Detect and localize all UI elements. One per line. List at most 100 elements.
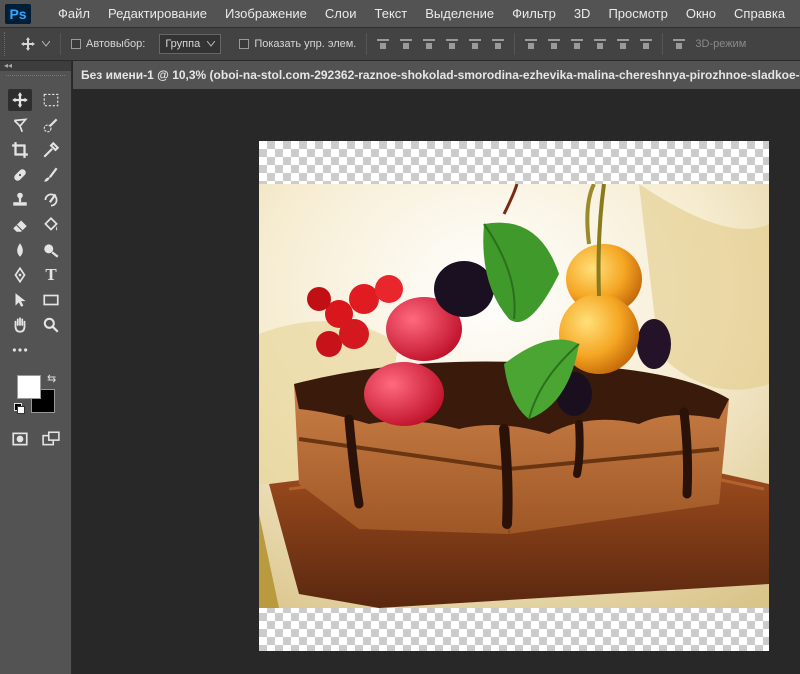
- history-brush-icon: [44, 193, 58, 206]
- tools-panel: ◂◂ T ⇆: [0, 61, 72, 674]
- separator: [366, 33, 368, 55]
- rectangular-marquee-icon: [43, 93, 59, 106]
- align-right-icon[interactable]: [492, 37, 505, 51]
- brush-tool[interactable]: [39, 164, 63, 186]
- chevron-down-icon: [207, 41, 216, 47]
- path-selection-tool[interactable]: [8, 289, 32, 311]
- document-tab-bar: Без имени-1 @ 10,3% (oboi-na-stol.com-29…: [73, 61, 800, 89]
- cake-photo-layer: [259, 184, 769, 608]
- menu-layer[interactable]: Слои: [316, 0, 366, 27]
- crop-icon: [12, 141, 28, 158]
- menu-type[interactable]: Текст: [366, 0, 417, 27]
- align-vcenter-icon[interactable]: [400, 37, 413, 51]
- ps-logo: Ps: [5, 3, 31, 24]
- foreground-color-swatch[interactable]: [17, 375, 41, 399]
- distribute-buttons: [525, 37, 653, 51]
- align-buttons: [377, 37, 505, 51]
- align-bottom-icon[interactable]: [423, 37, 436, 51]
- menu-help[interactable]: Справка: [725, 0, 794, 27]
- eraser-tool[interactable]: [8, 214, 32, 236]
- menu-edit[interactable]: Редактирование: [99, 0, 216, 27]
- separator: [662, 33, 664, 55]
- document-tab[interactable]: Без имени-1 @ 10,3% (oboi-na-stol.com-29…: [73, 61, 800, 89]
- bandage-icon: [14, 168, 26, 181]
- align-hcenter-icon[interactable]: [469, 37, 482, 51]
- pen-icon: [14, 266, 26, 283]
- zoom-tool[interactable]: [39, 314, 63, 336]
- distribute-top-icon[interactable]: [525, 37, 538, 51]
- distribute-vcenter-icon[interactable]: [548, 37, 561, 51]
- options-grip[interactable]: [4, 32, 10, 56]
- move-tool[interactable]: [8, 88, 32, 111]
- document-canvas[interactable]: [259, 141, 769, 651]
- canvas-workspace[interactable]: [73, 89, 800, 674]
- paint-bucket-tool[interactable]: [39, 214, 63, 236]
- mode-3d-label[interactable]: 3D-режим: [695, 38, 746, 50]
- quick-selection-tool[interactable]: [39, 114, 63, 136]
- screen-mode[interactable]: [39, 428, 63, 450]
- eraser-icon: [13, 220, 27, 232]
- autoselect-label: Автовыбор:: [86, 38, 146, 50]
- stamp-icon: [13, 192, 27, 206]
- autoselect-dropdown[interactable]: Группа: [159, 34, 222, 54]
- eyedropper-tool[interactable]: [39, 139, 63, 161]
- checkbox-box[interactable]: [71, 39, 81, 49]
- align-left-icon[interactable]: [446, 37, 459, 51]
- menu-window[interactable]: Окно: [677, 0, 725, 27]
- autoselect-value: Группа: [165, 38, 201, 50]
- menu-filter[interactable]: Фильтр: [503, 0, 565, 27]
- marquee-tool[interactable]: [39, 89, 63, 111]
- pen-tool[interactable]: [8, 264, 32, 286]
- lasso-tool[interactable]: [8, 114, 32, 136]
- hand-tool[interactable]: [8, 314, 32, 336]
- color-swatches: ⇆: [0, 368, 71, 424]
- lasso-icon: [13, 117, 28, 132]
- blur-tool[interactable]: [8, 239, 32, 261]
- rectangle-tool[interactable]: [39, 289, 63, 311]
- separator: [514, 33, 516, 55]
- rectangle-icon: [43, 294, 59, 305]
- quick-mask-icon: [12, 432, 28, 445]
- photoshop-window: Ps Файл Редактирование Изображение Слои …: [0, 0, 800, 674]
- history-brush-tool[interactable]: [39, 189, 63, 211]
- eyedropper-icon: [43, 141, 60, 157]
- distribute-right-icon[interactable]: [640, 37, 653, 51]
- align-top-icon[interactable]: [377, 37, 390, 51]
- menu-bar: Ps Файл Редактирование Изображение Слои …: [0, 0, 800, 27]
- distribute-left-icon[interactable]: [594, 37, 607, 51]
- quick-mask[interactable]: [8, 428, 32, 450]
- show-transform-checkbox[interactable]: Показать упр. элем.: [239, 38, 356, 50]
- clone-stamp-tool[interactable]: [8, 189, 32, 211]
- show-transform-label: Показать упр. элем.: [254, 38, 357, 50]
- dessert-photo: [259, 184, 769, 608]
- options-bar: Автовыбор: Группа Показать упр. элем. 3D…: [0, 27, 800, 61]
- panel-grip[interactable]: [6, 75, 65, 83]
- swap-colors-icon[interactable]: ⇆: [47, 372, 56, 385]
- distribute-bottom-icon[interactable]: [571, 37, 584, 51]
- default-colors-icon[interactable]: [14, 403, 25, 414]
- move-icon: [21, 37, 35, 51]
- collapse-panel-button[interactable]: ◂◂: [0, 61, 71, 71]
- dodge-tool[interactable]: [39, 239, 63, 261]
- auto-align-icon[interactable]: [673, 37, 686, 51]
- screen-mode-icon: [42, 430, 60, 445]
- paint-bucket-icon: [44, 216, 58, 231]
- autoselect-checkbox[interactable]: Автовыбор:: [71, 38, 145, 50]
- menu-3d[interactable]: 3D: [565, 0, 600, 27]
- checkbox-box[interactable]: [239, 39, 250, 49]
- menu-view[interactable]: Просмотр: [599, 0, 676, 27]
- brush-icon: [44, 167, 58, 182]
- text-tool[interactable]: T: [39, 264, 63, 286]
- ellipsis-icon: [12, 347, 28, 352]
- crop-tool[interactable]: [8, 139, 32, 161]
- menu-image[interactable]: Изображение: [216, 0, 316, 27]
- menu-select[interactable]: Выделение: [416, 0, 503, 27]
- distribute-hcenter-icon[interactable]: [617, 37, 630, 51]
- more-tools[interactable]: [8, 339, 32, 361]
- droplet-icon: [17, 242, 23, 257]
- tool-preset-picker[interactable]: [20, 36, 50, 52]
- move-icon: [12, 91, 28, 108]
- healing-brush-tool[interactable]: [8, 164, 32, 186]
- chevron-down-icon: [42, 41, 50, 47]
- menu-file[interactable]: Файл: [49, 0, 99, 27]
